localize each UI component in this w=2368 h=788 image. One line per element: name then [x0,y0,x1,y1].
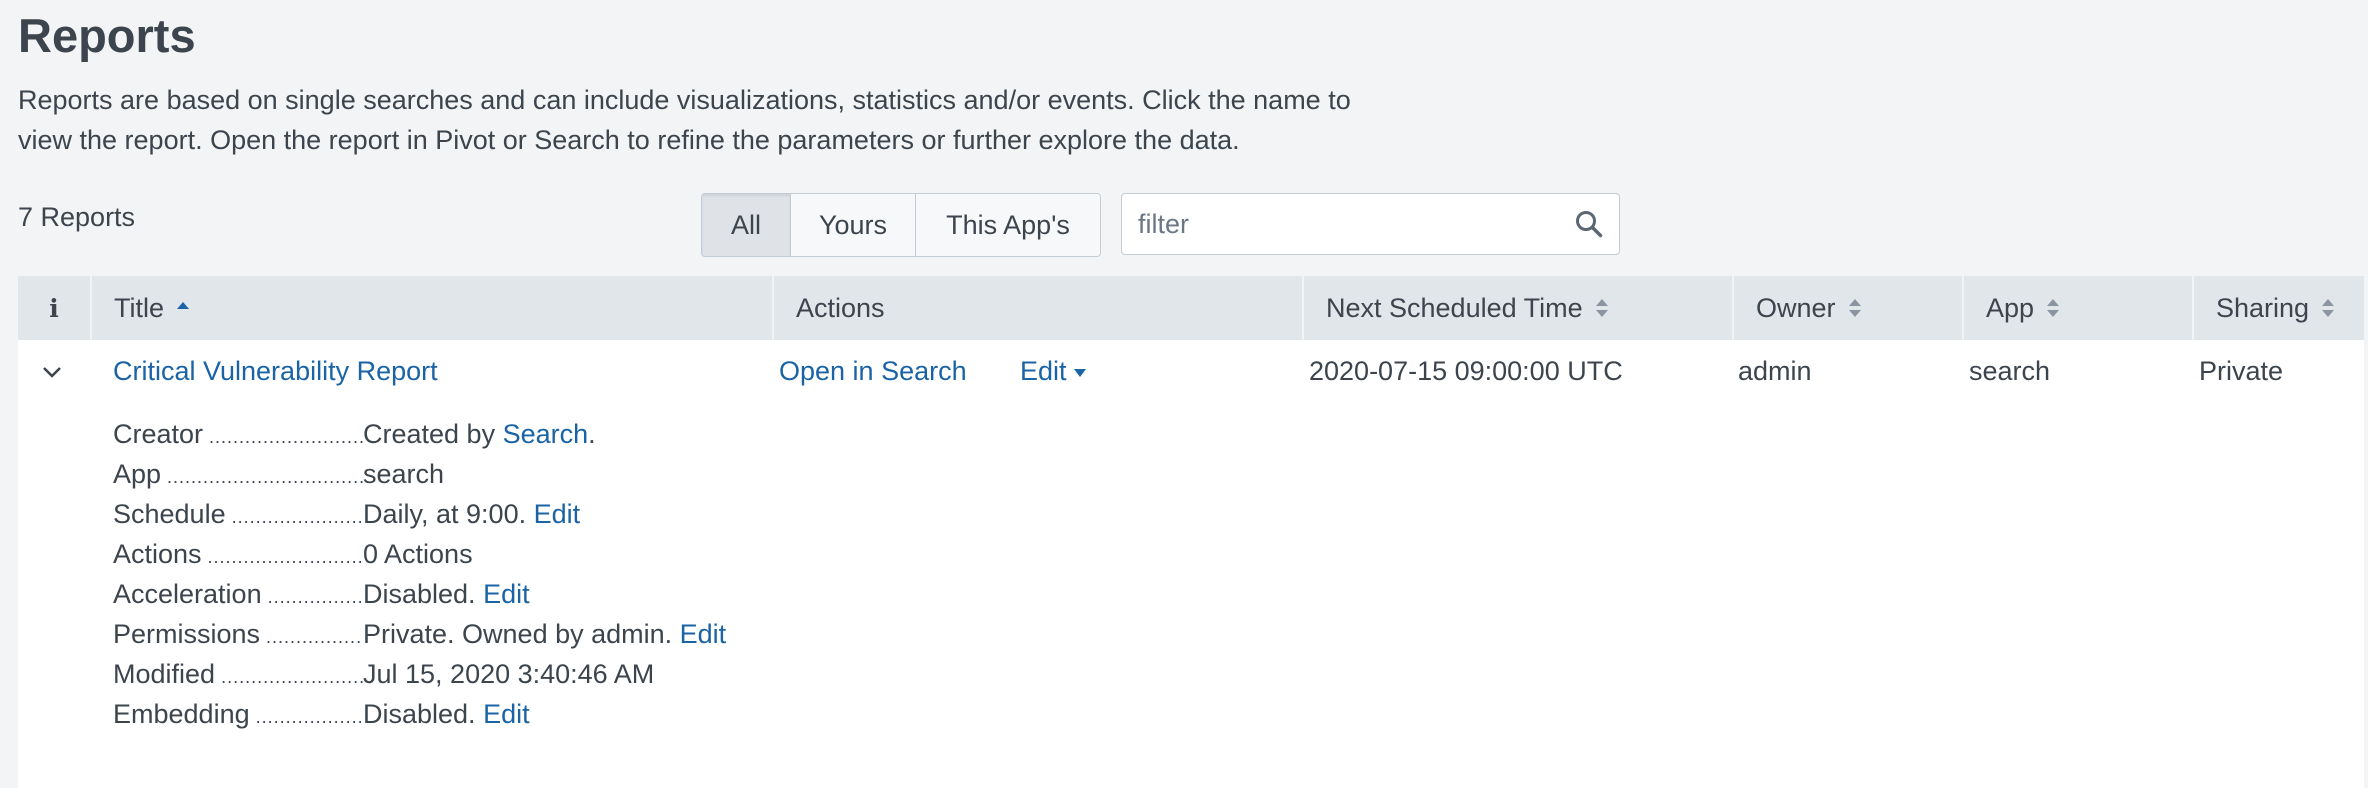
column-app-label: App [1986,292,2035,323]
owner-value: admin [1738,356,1812,386]
schedule-edit-link[interactable]: Edit [534,499,581,529]
description-line-1: Reports are based on single searches and… [18,85,1351,115]
filter-search-box [1121,193,1620,255]
page-description: Reports are based on single searches and… [18,80,1418,160]
column-header-app[interactable]: App [1962,276,2192,340]
column-header-next-scheduled[interactable]: Next Scheduled Time [1302,276,1732,340]
search-icon[interactable] [1575,210,1603,238]
detail-label: Creator ................................… [113,419,363,449]
report-details: Creator ................................… [113,414,726,734]
detail-value: Disabled. Edit [363,579,530,609]
column-owner-label: Owner [1756,292,1836,323]
detail-label: App ....................................… [113,459,363,489]
column-next-scheduled-label: Next Scheduled Time [1326,292,1583,323]
creator-search-link[interactable]: Search [503,419,589,449]
detail-label: Permissions ............................… [113,619,363,649]
detail-label: Schedule ...............................… [113,499,363,529]
detail-row-creator: Creator ................................… [113,414,726,454]
column-header-owner[interactable]: Owner [1732,276,1962,340]
detail-label: Actions ................................… [113,539,363,569]
sort-icon [1595,299,1608,317]
filter-input[interactable] [1122,194,1562,254]
sort-ascending-icon [177,302,190,309]
info-column-header: i [18,276,90,340]
info-icon: i [49,293,59,323]
column-sharing-label: Sharing [2216,292,2310,323]
detail-row-modified: Modified ...............................… [113,654,726,694]
detail-value: search [363,459,445,489]
detail-value: Daily, at 9:00. Edit [363,499,581,529]
column-header-sharing[interactable]: Sharing [2192,276,2364,340]
column-title-label: Title [114,292,165,323]
acceleration-edit-link[interactable]: Edit [483,579,530,609]
sort-icon [1848,299,1861,317]
report-count: 7 Reports [18,202,136,232]
detail-row-permissions: Permissions ............................… [113,614,726,654]
sharing-value: Private [2199,356,2284,386]
detail-value: Private. Owned by admin. Edit [363,619,727,649]
chevron-down-icon[interactable] [40,360,64,384]
detail-row-embedding: Embedding ..............................… [113,694,726,734]
detail-label: Embedding ..............................… [113,699,363,729]
caret-down-icon [1073,368,1086,377]
detail-value: Disabled. Edit [363,699,530,729]
detail-value: Jul 15, 2020 3:40:46 AM [363,659,655,689]
filter-this-app-button[interactable]: This App's [916,194,1100,256]
detail-row-app: App ....................................… [113,454,726,494]
detail-value: 0 Actions [363,539,473,569]
table-header: i Title Actions Next Scheduled Time Owne… [18,276,2364,340]
detail-row-schedule: Schedule ...............................… [113,494,726,534]
app-value: search [1969,356,2051,386]
edit-dropdown-label: Edit [1020,356,1067,386]
filter-yours-button[interactable]: Yours [791,194,916,256]
column-header-actions: Actions [772,276,1302,340]
detail-row-acceleration: Acceleration ...........................… [113,574,726,614]
detail-value: Created by Search. [363,419,596,449]
description-line-2: view the report. Open the report in Pivo… [18,125,1240,155]
sort-icon [2047,299,2060,317]
page-title: Reports [18,9,196,62]
embedding-edit-link[interactable]: Edit [483,699,530,729]
detail-label: Modified ...............................… [113,659,363,689]
column-actions-label: Actions [796,292,885,323]
edit-dropdown[interactable]: Edit [1020,350,1087,392]
next-scheduled-time: 2020-07-15 09:00:00 UTC [1309,356,1623,386]
sort-icon [2322,299,2335,317]
detail-row-actions: Actions ................................… [113,534,726,574]
permissions-edit-link[interactable]: Edit [680,619,727,649]
detail-label: Acceleration ...........................… [113,579,363,609]
ownership-filter-group: All Yours This App's [701,193,1101,257]
report-title-link[interactable]: Critical Vulnerability Report [113,350,438,392]
filter-all-button[interactable]: All [702,194,791,256]
open-in-search-link[interactable]: Open in Search [779,350,967,392]
column-header-title[interactable]: Title [90,276,772,340]
